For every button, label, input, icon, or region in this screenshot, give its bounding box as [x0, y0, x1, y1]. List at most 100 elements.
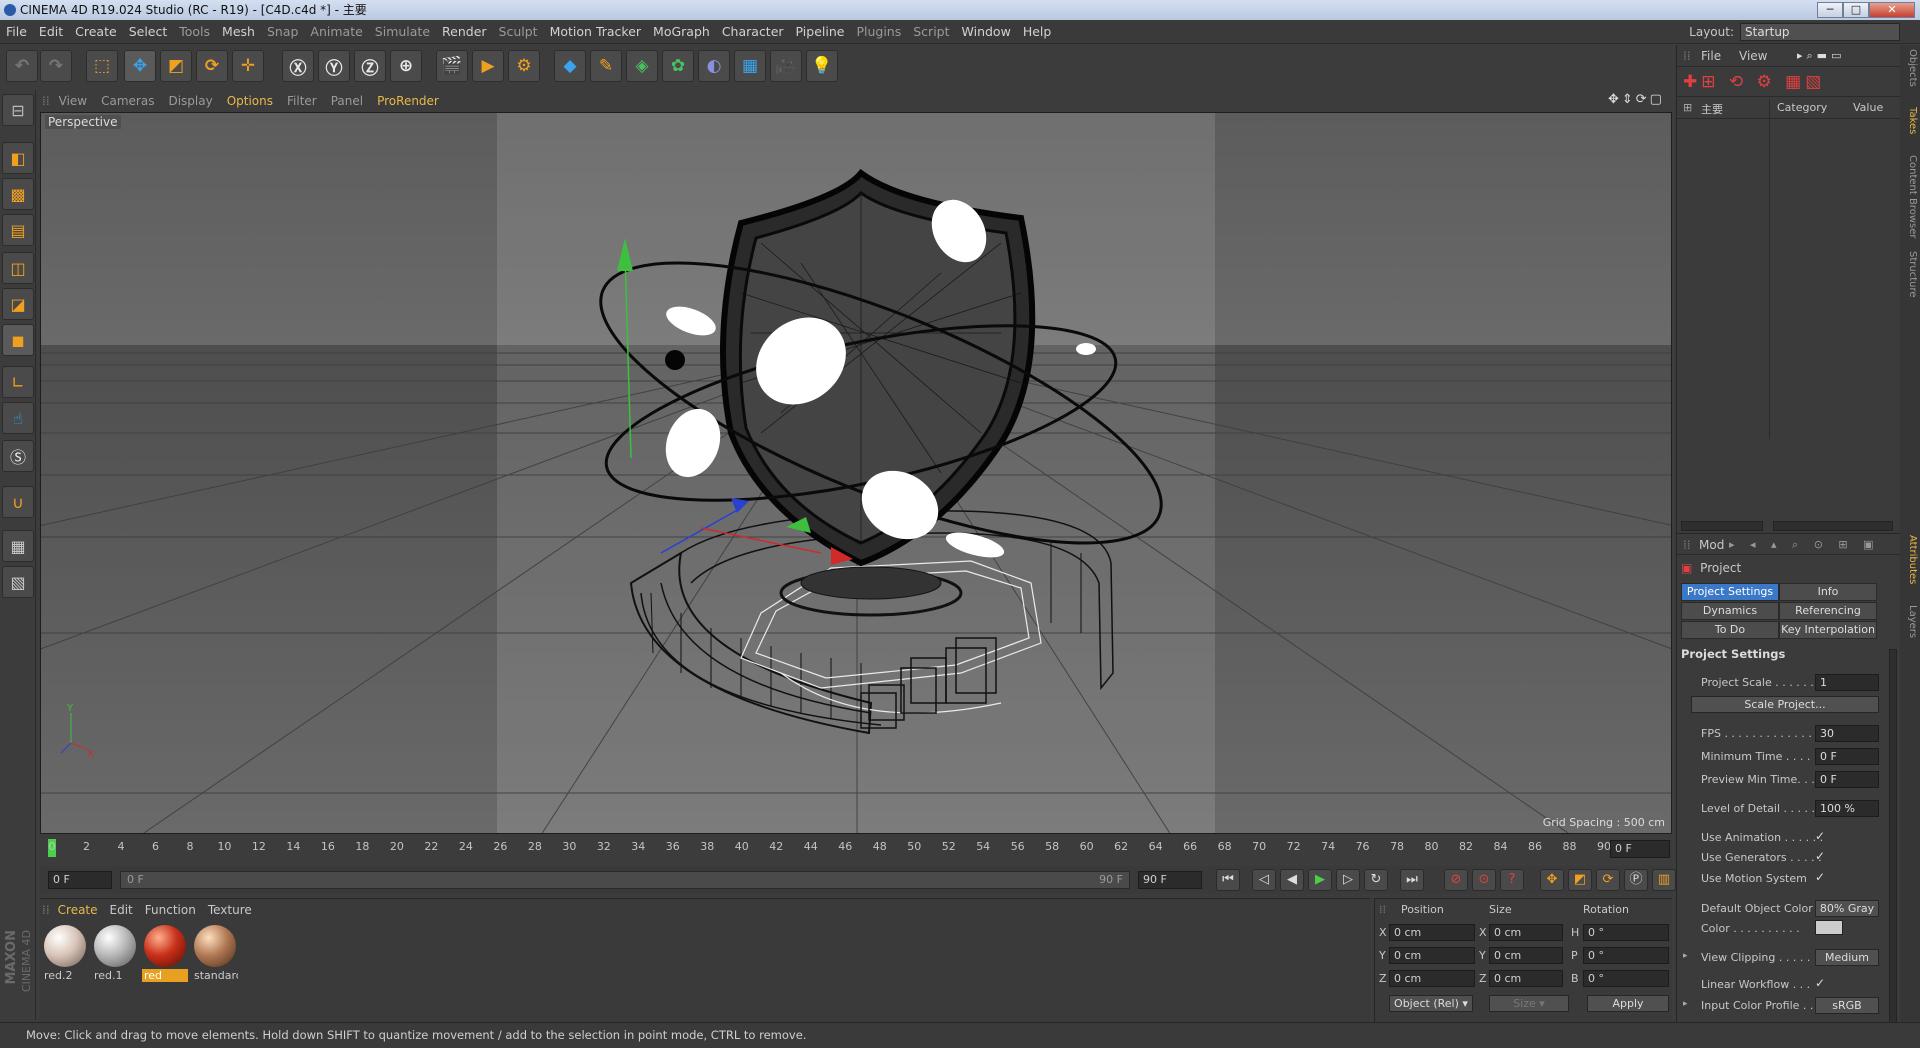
menu-mesh[interactable]: Mesh	[216, 20, 261, 44]
edges-mode-icon[interactable]: ◪	[2, 288, 34, 320]
size-z-field[interactable]: 0 cm	[1489, 970, 1563, 987]
viewport-menu-filter[interactable]: Filter	[280, 90, 324, 112]
planar-workplane-icon[interactable]: ▧	[2, 566, 34, 598]
prev-frame-icon[interactable]: ◀	[1280, 869, 1304, 891]
record-active-icon[interactable]: ⊘	[1444, 869, 1468, 891]
attributes-mode-menu[interactable]: Mod	[1699, 538, 1724, 552]
menu-tools[interactable]: Tools	[173, 20, 216, 44]
use-motion-system-checkbox[interactable]: ✓	[1815, 870, 1825, 884]
play-icon[interactable]: ▶	[1308, 869, 1332, 891]
key-position-icon[interactable]: ✥	[1540, 869, 1564, 891]
tweak-mode-icon[interactable]: ☝	[2, 402, 34, 434]
material-swatch[interactable]: red.2	[42, 925, 88, 985]
attributes-vscrollbar[interactable]	[1889, 649, 1897, 1023]
default-object-color-select[interactable]: 80% Gray	[1815, 900, 1879, 917]
tab-project-settings[interactable]: Project Settings	[1681, 583, 1779, 601]
key-rotation-icon[interactable]: ⟳	[1596, 869, 1620, 891]
menu-help[interactable]: Help	[1017, 20, 1058, 44]
menu-edit[interactable]: Edit	[33, 20, 69, 44]
side-tab-content-browser[interactable]: Content Browser	[1902, 155, 1918, 238]
coordinate-mode-select[interactable]: Object (Rel) ▾	[1389, 995, 1473, 1012]
texture-mode-icon[interactable]: ▩	[2, 178, 34, 210]
cube-object-icon[interactable]: ◆	[554, 50, 586, 82]
viewport-camera-label[interactable]: Perspective	[45, 115, 121, 129]
solo-mode-icon[interactable]: Ⓢ	[2, 440, 34, 472]
level-of-detail-field[interactable]: 100 %	[1815, 800, 1879, 817]
y-axis-lock-icon[interactable]: Ⓨ	[318, 50, 350, 82]
mograph-cloner-icon[interactable]: ✿	[662, 50, 694, 82]
minimize-button[interactable]: ─	[1817, 2, 1843, 18]
menu-character[interactable]: Character	[716, 20, 790, 44]
side-tab-takes[interactable]: Takes	[1902, 107, 1918, 134]
menu-sculpt[interactable]: Sculpt	[493, 20, 544, 44]
size-y-field[interactable]: 0 cm	[1489, 947, 1563, 964]
menu-plugins[interactable]: Plugins	[850, 20, 907, 44]
preview-range-slider[interactable]: 0 F 90 F	[120, 871, 1130, 889]
tab-info[interactable]: Info	[1779, 583, 1877, 601]
menu-script[interactable]: Script	[907, 20, 955, 44]
position-y-field[interactable]: 0 cm	[1389, 947, 1475, 964]
autokey-icon[interactable]: ⊙	[1472, 869, 1496, 891]
expand-icon[interactable]: ⊞	[1683, 101, 1692, 114]
key-scale-icon[interactable]: ◩	[1568, 869, 1592, 891]
apply-button[interactable]: Apply	[1587, 995, 1669, 1012]
preview-min-time-field[interactable]: 0 F	[1815, 771, 1879, 788]
size-mode-select[interactable]: Size ▾	[1489, 995, 1569, 1012]
menu-animate[interactable]: Animate	[304, 20, 368, 44]
timeline-layout-icon[interactable]: ▥	[1652, 869, 1676, 891]
x-axis-lock-icon[interactable]: Ⓧ	[282, 50, 314, 82]
next-frame-icon[interactable]: ▷	[1336, 869, 1360, 891]
polygons-mode-icon[interactable]: ◼	[2, 324, 34, 356]
go-to-end-icon[interactable]: ⏭	[1400, 869, 1424, 891]
render-settings-icon[interactable]: ⚙	[508, 50, 540, 82]
menu-create[interactable]: Create	[69, 20, 123, 44]
recent-tool-icon[interactable]: ✛	[232, 50, 264, 82]
objects-tool-icons[interactable]: ✚⊞ ⟲ ⚙ ▦▧	[1683, 72, 1825, 92]
floor-scene-icon[interactable]: ▦	[734, 50, 766, 82]
render-view-icon[interactable]: 🎬	[436, 50, 468, 82]
model-mode-icon[interactable]: ◧	[2, 142, 34, 174]
menu-snap[interactable]: Snap	[261, 20, 304, 44]
minimum-time-field[interactable]: 0 F	[1815, 748, 1879, 765]
workplane-mode-icon[interactable]: ▤	[2, 214, 34, 246]
material-menu-function[interactable]: Function	[139, 899, 202, 921]
view-clipping-select[interactable]: Medium	[1815, 949, 1879, 966]
objects-menu-view[interactable]: View	[1739, 49, 1767, 63]
rotation-b-field[interactable]: 0 °	[1583, 970, 1669, 987]
tab-key-interpolation[interactable]: Key Interpolation	[1779, 621, 1877, 639]
rotation-h-field[interactable]: 0 °	[1583, 924, 1669, 941]
scale-project-button[interactable]: Scale Project...	[1691, 696, 1879, 713]
material-swatch[interactable]: standard	[192, 925, 238, 985]
menu-render[interactable]: Render	[436, 20, 493, 44]
fps-field[interactable]: 30	[1815, 725, 1879, 742]
timeline-ruler[interactable]: 0 2 4 6 8 10 12 14 16 18 20 22 24 26 28 30 32 34 36 38 40 42 4…	[40, 836, 1672, 862]
deformer-icon[interactable]: ◐	[698, 50, 730, 82]
objects-hscrollbar-right[interactable]	[1773, 521, 1893, 531]
spline-pen-icon[interactable]: ✎	[590, 50, 622, 82]
side-tab-layers[interactable]: Layers	[1902, 605, 1918, 638]
keyframe-selection-icon[interactable]: ?	[1500, 869, 1524, 891]
menu-select[interactable]: Select	[123, 20, 174, 44]
position-x-field[interactable]: 0 cm	[1389, 924, 1475, 941]
live-selection-icon[interactable]: ⬚	[86, 50, 118, 82]
start-frame-field[interactable]: 0 F	[48, 871, 112, 889]
scale-tool-icon[interactable]: ◩	[160, 50, 192, 82]
input-color-profile-select[interactable]: sRGB	[1815, 997, 1879, 1014]
material-menu-create[interactable]: Create	[52, 899, 104, 921]
material-swatch[interactable]: red.1	[92, 925, 138, 985]
render-picture-viewer-icon[interactable]: ▶	[472, 50, 504, 82]
viewport-menu-cameras[interactable]: Cameras	[94, 90, 161, 112]
objects-search-icons[interactable]: ▸⌕▬▭	[1797, 49, 1845, 63]
size-x-field[interactable]: 0 cm	[1489, 924, 1563, 941]
subdivision-icon[interactable]: ◈	[626, 50, 658, 82]
points-mode-icon[interactable]: ◫	[2, 252, 34, 284]
move-tool-icon[interactable]: ✥	[124, 50, 156, 82]
tab-to-do[interactable]: To Do	[1681, 621, 1779, 639]
input-profile-expand-icon[interactable]: ▸	[1683, 999, 1688, 1009]
objects-hscrollbar[interactable]	[1681, 521, 1763, 531]
side-tab-objects[interactable]: Objects	[1902, 49, 1918, 87]
viewport-perspective[interactable]: YX Perspective Grid Spacing : 500 cm	[40, 112, 1672, 834]
color-swatch[interactable]	[1815, 920, 1843, 935]
attributes-nav-icons[interactable]: ▸ ◂ ▴ ⌕ ⊙ ⊞ ▣	[1729, 538, 1880, 552]
camera-icon[interactable]: 🎥	[770, 50, 802, 82]
